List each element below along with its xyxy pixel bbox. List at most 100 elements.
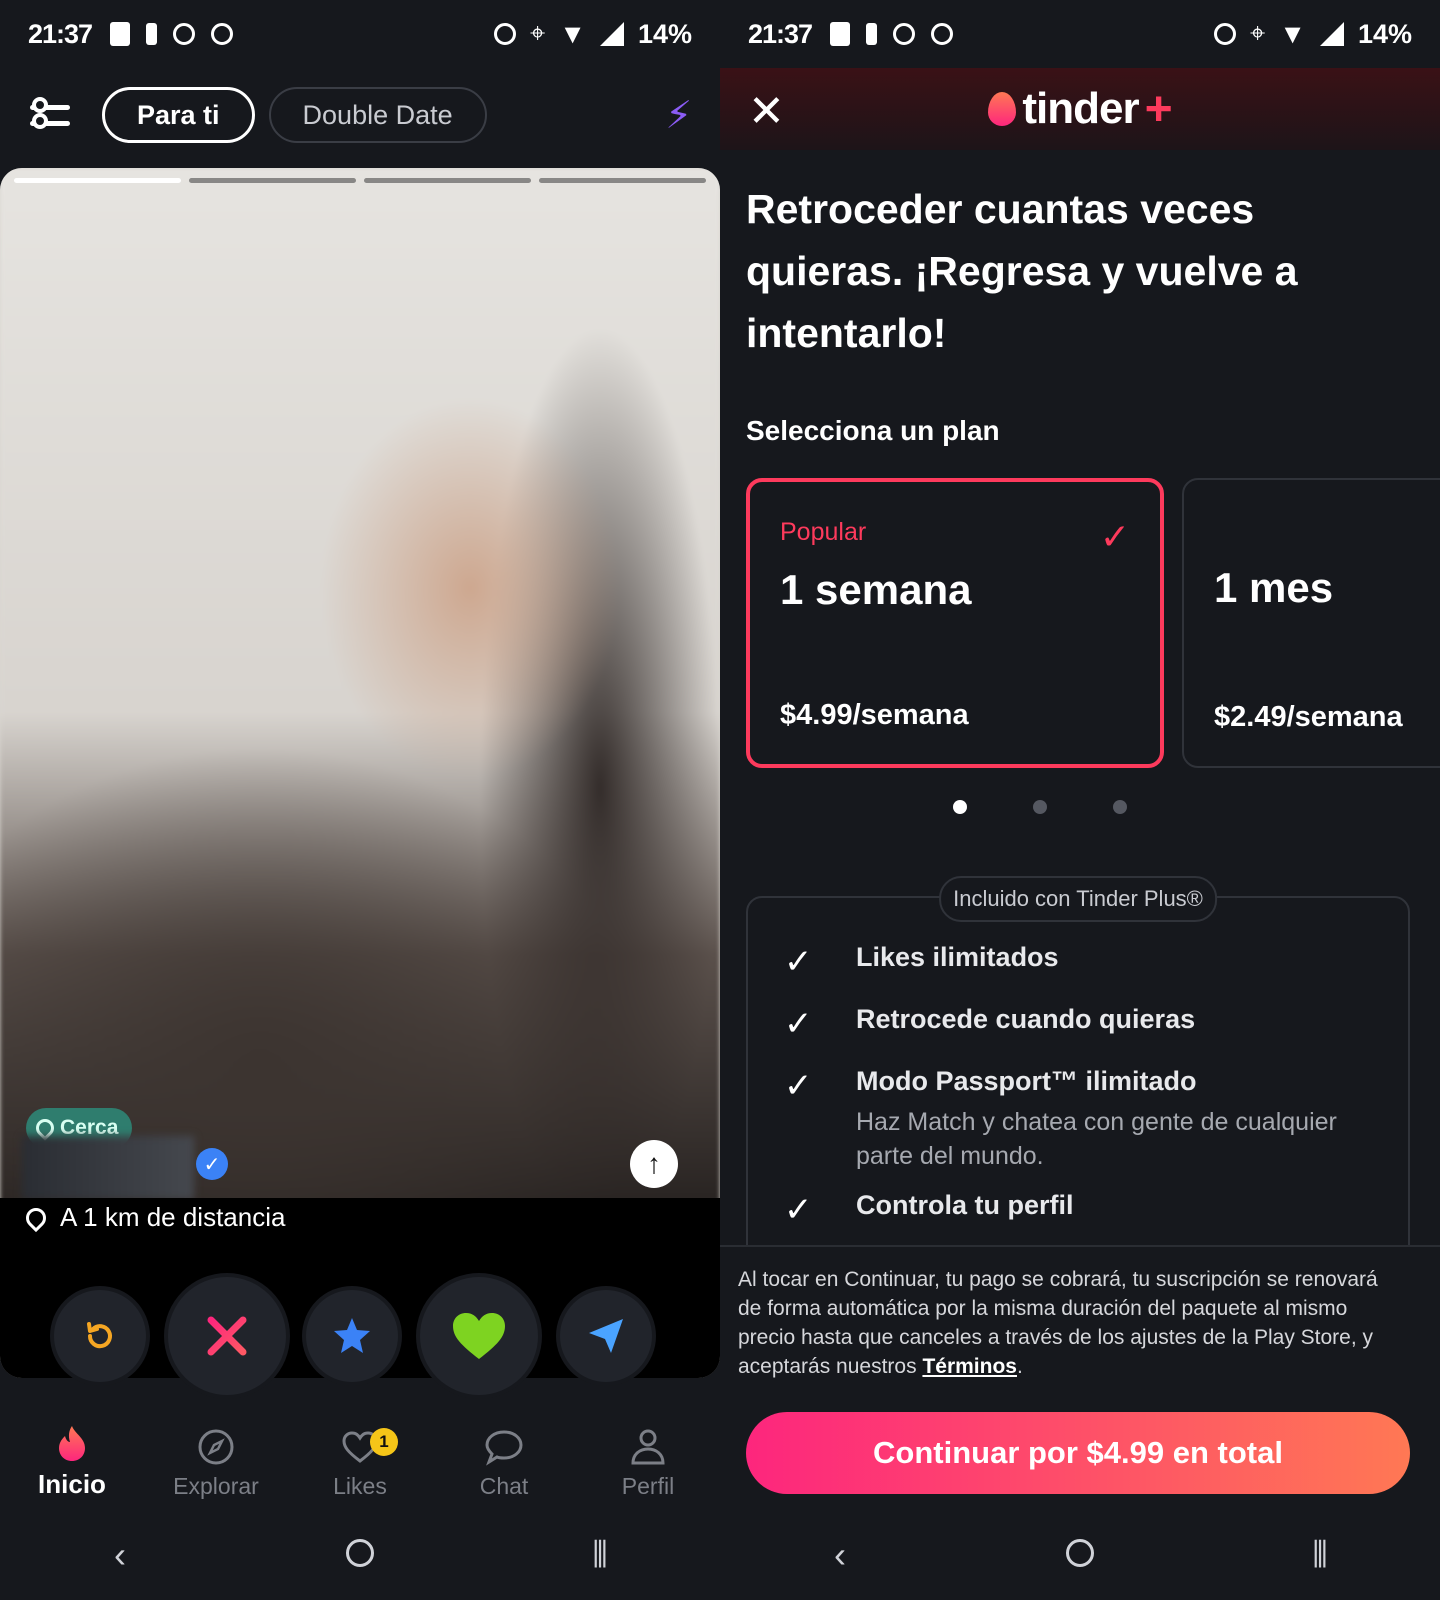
check-icon: ✓ <box>784 943 813 981</box>
progress-segment[interactable] <box>539 178 706 183</box>
chat-icon <box>484 1427 524 1467</box>
bolt-icon[interactable]: ⚡ <box>665 93 692 138</box>
like-icon <box>453 1313 505 1359</box>
notification-icon <box>830 22 851 46</box>
plan-duration: 1 semana <box>780 566 972 613</box>
expand-profile-button[interactable]: ↑ <box>630 1140 678 1188</box>
location-pin-icon <box>21 1203 51 1232</box>
distance: A 1 km de distancia <box>21 1202 286 1233</box>
back-icon[interactable]: ‹ <box>810 1534 870 1576</box>
action-buttons <box>0 1270 720 1400</box>
legal-section: Al tocar en Continuar, tu pago se cobrar… <box>720 1245 1440 1425</box>
nav-chat[interactable]: Chat <box>432 1400 576 1510</box>
basketball-icon <box>931 23 954 45</box>
person-icon <box>628 1427 668 1467</box>
rewind-button[interactable] <box>54 1290 146 1382</box>
continue-button[interactable]: Continuar por $4.99 en total <box>746 1412 1410 1494</box>
super-like-icon <box>334 1318 370 1353</box>
tab-para-ti[interactable]: Para ti <box>102 87 255 143</box>
pager-dot[interactable] <box>953 800 967 814</box>
feature-item: ✓ Modo Passport™ ilimitado Haz Match y c… <box>784 1066 1376 1173</box>
feature-item: ✓ Controla tu perfil <box>784 1190 1074 1230</box>
back-icon[interactable]: ‹ <box>90 1534 150 1576</box>
nav-likes[interactable]: 1 Likes <box>288 1400 432 1510</box>
nope-button[interactable] <box>168 1277 286 1395</box>
status-time: 21:37 <box>28 18 93 49</box>
rewind-icon <box>87 1322 112 1349</box>
bottom-nav: Inicio Explorar 1 Likes Chat Perfil <box>0 1400 720 1510</box>
distance-label: A 1 km de distancia <box>60 1202 286 1232</box>
progress-segment[interactable] <box>364 178 531 183</box>
feature-title: Retrocede cuando quieras <box>856 1004 1196 1034</box>
check-icon: ✓ <box>1099 516 1130 557</box>
feature-title: Likes ilimitados <box>856 942 1059 972</box>
page-title: Retroceder cuantas veces quieras. ¡Regre… <box>746 186 1298 356</box>
flame-icon <box>52 1423 92 1463</box>
battery-level: 14% <box>637 18 692 49</box>
feature-title: Controla tu perfil <box>856 1190 1074 1220</box>
status-time: 21:37 <box>748 18 813 49</box>
tinder-plus-paywall: 21:37 ⌖ ▼ 14% ✕ tinder + Retroceder cuan… <box>720 0 1440 1600</box>
recents-icon[interactable]: ⦀ <box>570 1534 630 1577</box>
likes-badge: 1 <box>370 1428 398 1456</box>
feature-item: ✓ Retrocede cuando quieras <box>784 1004 1195 1044</box>
sim-icon <box>146 23 158 45</box>
feature-item: ✓ Likes ilimitados <box>784 942 1059 982</box>
notification-icon <box>110 22 131 46</box>
home-icon[interactable] <box>1050 1534 1110 1576</box>
plan-price: $2.49/semana <box>1214 701 1403 733</box>
plan-tag: Popular <box>780 518 867 546</box>
basketball-icon <box>173 23 196 45</box>
plan-pager <box>720 800 1440 814</box>
select-plan-heading: Selecciona un plan <box>746 415 1000 446</box>
close-icon[interactable]: ✕ <box>748 86 785 137</box>
home-icon[interactable] <box>330 1534 390 1576</box>
tinder-plus-logo: tinder + <box>988 82 1173 137</box>
paywall-header: ✕ tinder + <box>720 68 1440 150</box>
location-icon: ⌖ <box>530 18 546 48</box>
basketball-icon <box>211 23 234 45</box>
plan-card-1-mes[interactable]: 1 mes $2.49/semana <box>1182 478 1440 768</box>
progress-segment[interactable] <box>14 178 181 183</box>
nav-inicio[interactable]: Inicio <box>0 1400 144 1510</box>
nav-explorar[interactable]: Explorar <box>144 1400 288 1510</box>
plan-tag <box>1214 516 1430 550</box>
basketball-icon <box>893 23 916 45</box>
logo-plus: + <box>1144 82 1173 136</box>
logo-text: tinder <box>1022 84 1139 133</box>
profile-name-redacted <box>22 1136 194 1200</box>
filter-icon[interactable] <box>28 93 72 137</box>
nav-perfil[interactable]: Perfil <box>576 1400 720 1510</box>
included-features: Incluido con Tinder Plus® ✓ Likes ilimit… <box>746 876 1410 1296</box>
check-icon: ✓ <box>784 1067 813 1105</box>
pager-dot[interactable] <box>1033 800 1047 814</box>
nav-label: Likes <box>333 1473 387 1499</box>
alarm-icon <box>494 23 517 45</box>
progress-segment[interactable] <box>189 178 356 183</box>
nav-label: Inicio <box>38 1469 106 1499</box>
tab-double-date[interactable]: Double Date <box>268 87 487 143</box>
verified-icon: ✓ <box>196 1148 228 1180</box>
photo-progress <box>14 178 706 183</box>
nav-label: Chat <box>479 1473 529 1499</box>
recents-icon[interactable]: ⦀ <box>1290 1534 1350 1577</box>
like-button[interactable] <box>420 1277 538 1395</box>
pager-dot[interactable] <box>1113 800 1127 814</box>
wifi-icon: ▼ <box>1279 18 1306 49</box>
check-icon: ✓ <box>784 1191 813 1229</box>
discover-screen: 21:37 ⌖ ▼ 14% Para ti Double Date ⚡ Cerc… <box>0 0 720 1600</box>
feature-title: Modo Passport™ ilimitado <box>856 1066 1197 1096</box>
plan-duration: 1 mes <box>1214 564 1334 611</box>
profile-card[interactable]: Cerca ✓ ↑ A 1 km de distancia <box>0 168 720 1378</box>
plan-price: $4.99/semana <box>780 699 969 731</box>
send-button[interactable] <box>560 1290 652 1382</box>
top-bar: Para ti Double Date ⚡ <box>28 82 692 148</box>
status-bar: 21:37 ⌖ ▼ 14% <box>720 0 1440 68</box>
terms-link[interactable]: Términos <box>922 1355 1017 1378</box>
included-label: Incluido con Tinder Plus® <box>939 876 1217 922</box>
signal-icon <box>1319 22 1344 46</box>
plan-card-1-semana[interactable]: Popular ✓ 1 semana $4.99/semana <box>746 478 1164 768</box>
status-bar: 21:37 ⌖ ▼ 14% <box>0 0 720 68</box>
super-like-button[interactable] <box>306 1290 398 1382</box>
location-icon: ⌖ <box>1250 18 1266 48</box>
